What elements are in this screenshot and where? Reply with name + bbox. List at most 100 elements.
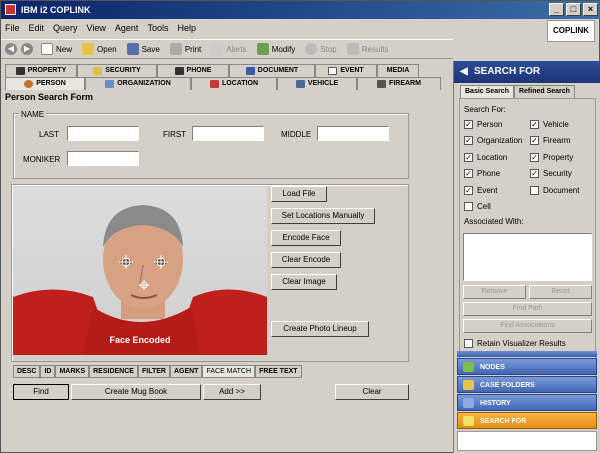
checkbox-cell[interactable]: Cell <box>464 202 491 211</box>
checkbox-document-label: Document <box>543 186 580 195</box>
back-arrow-icon[interactable]: ◀ <box>5 43 17 55</box>
tab-organization[interactable]: ORGANIZATION <box>85 77 191 90</box>
search-for-header[interactable]: ◀ SEARCH FOR <box>454 61 600 83</box>
app-icon <box>5 4 16 15</box>
checkbox-person[interactable]: ✓ Person <box>464 120 502 129</box>
tab-marks[interactable]: MARKS <box>55 365 90 378</box>
checkbox-event[interactable]: ✓ Event <box>464 186 497 195</box>
tab-id[interactable]: ID <box>40 365 56 378</box>
tab-free-text[interactable]: FREE TEXT <box>255 365 302 378</box>
panel-splitter[interactable] <box>457 351 597 357</box>
new-button[interactable]: New <box>41 43 72 55</box>
last-name-input[interactable] <box>67 126 139 141</box>
save-button[interactable]: Save <box>126 43 160 55</box>
find-path-button[interactable]: Find Path <box>463 302 592 316</box>
menu-view[interactable]: View <box>87 23 106 33</box>
checkbox-organization[interactable]: ✓ Organization <box>464 136 522 145</box>
menu-tools[interactable]: Tools <box>147 23 168 33</box>
encode-face-button[interactable]: Encode Face <box>271 230 341 246</box>
tab-desc[interactable]: DESC <box>13 365 41 378</box>
menu-agent[interactable]: Agent <box>115 23 139 33</box>
modify-icon <box>256 43 269 55</box>
associated-with-list[interactable] <box>463 233 592 281</box>
menu-query[interactable]: Query <box>53 23 78 33</box>
tab-phone[interactable]: PHONE <box>157 64 229 77</box>
print-button[interactable]: Print <box>169 43 201 55</box>
retain-visualizer-label: Retain Visualizer Results <box>477 339 566 348</box>
checkbox-location[interactable]: ✓ Location <box>464 153 507 162</box>
stop-label: Stop <box>320 44 337 54</box>
checkbox-property[interactable]: ✓ Property <box>530 153 573 162</box>
search-for-section[interactable]: SEARCH FOR <box>457 412 597 429</box>
tab-location[interactable]: LOCATION <box>191 77 277 90</box>
location-icon <box>209 80 219 88</box>
load-file-button[interactable]: Load File <box>271 186 327 202</box>
printer-icon <box>169 43 182 55</box>
retain-visualizer-checkbox[interactable]: Retain Visualizer Results <box>464 339 566 348</box>
checkbox-event-box: ✓ <box>464 186 473 195</box>
tab-person[interactable]: PERSON <box>5 77 85 90</box>
tab-property[interactable]: PROPERTY <box>5 64 77 77</box>
create-photo-lineup-button[interactable]: Create Photo Lineup <box>271 321 369 337</box>
menu-edit[interactable]: Edit <box>29 23 45 33</box>
checkbox-firearm[interactable]: ✓ Firearm <box>530 136 571 145</box>
checkbox-organization-box: ✓ <box>464 136 473 145</box>
menu-help[interactable]: Help <box>177 23 196 33</box>
menu-file[interactable]: File <box>5 23 20 33</box>
modify-button[interactable]: Modify <box>256 43 295 55</box>
vehicle-icon <box>295 80 305 88</box>
checkbox-security-box: ✓ <box>530 169 539 178</box>
phone-icon <box>174 67 184 75</box>
face-photo[interactable]: Face Encoded <box>13 187 267 355</box>
remove-button[interactable]: Remove <box>463 285 526 299</box>
reset-button[interactable]: Reset <box>529 285 592 299</box>
alert-icon <box>211 43 224 55</box>
add-button[interactable]: Add >> <box>203 384 261 400</box>
tab-media[interactable]: MEDIA <box>377 64 419 77</box>
forward-arrow-icon[interactable]: ▶ <box>21 43 33 55</box>
tab-refined-search[interactable]: Refined Search <box>513 85 575 98</box>
moniker-input[interactable] <box>67 151 139 166</box>
middle-name-input[interactable] <box>317 126 389 141</box>
set-locations-manually-button[interactable]: Set Locations Manually <box>271 208 375 224</box>
tab-document[interactable]: DOCUMENT <box>229 64 315 77</box>
alerts-button[interactable]: Alerts <box>211 43 247 55</box>
tab-agent[interactable]: AGENT <box>169 365 203 378</box>
history-icon <box>463 398 474 408</box>
case-folders-label: CASE FOLDERS <box>480 382 535 389</box>
tab-face-match[interactable]: FACE MATCH <box>202 365 256 378</box>
search-for-title: SEARCH FOR <box>474 66 541 77</box>
find-button[interactable]: Find <box>13 384 69 400</box>
face-image <box>13 205 267 355</box>
tab-residence[interactable]: RESIDENCE <box>89 365 138 378</box>
checkbox-phone[interactable]: ✓ Phone <box>464 169 500 178</box>
case-folders-section[interactable]: CASE FOLDERS <box>457 376 597 393</box>
tab-media-label: MEDIA <box>386 67 410 74</box>
security-icon <box>93 67 103 75</box>
app-window: IBM i2 COPLINK _ □ × File Edit Query Vie… <box>0 0 600 453</box>
tab-event[interactable]: EVENT <box>315 64 377 77</box>
tab-filter[interactable]: FILTER <box>137 365 170 378</box>
results-button[interactable]: Results <box>346 43 388 55</box>
history-section[interactable]: HISTORY <box>457 394 597 411</box>
collapse-arrow-icon[interactable]: ◀ <box>460 61 468 83</box>
open-button[interactable]: Open <box>82 43 117 55</box>
minimize-button[interactable]: _ <box>549 3 564 16</box>
nodes-section[interactable]: NODES <box>457 358 597 375</box>
checkbox-security[interactable]: ✓ Security <box>530 169 572 178</box>
clear-button[interactable]: Clear <box>335 384 409 400</box>
checkbox-vehicle[interactable]: ✓ Vehicle <box>530 120 569 129</box>
find-associations-button[interactable]: Find Associations <box>463 319 592 333</box>
create-mug-book-button[interactable]: Create Mug Book <box>71 384 201 400</box>
clear-image-button[interactable]: Clear Image <box>271 274 337 290</box>
tab-vehicle[interactable]: VEHICLE <box>277 77 357 90</box>
maximize-button[interactable]: □ <box>566 3 581 16</box>
close-button[interactable]: × <box>583 3 598 16</box>
tab-security[interactable]: SECURITY <box>77 64 157 77</box>
tab-firearm[interactable]: FIREARM <box>357 77 441 90</box>
tab-basic-search[interactable]: Basic Search <box>460 85 514 98</box>
stop-button[interactable]: Stop <box>305 43 337 55</box>
checkbox-document[interactable]: Document <box>530 186 579 195</box>
clear-encode-button[interactable]: Clear Encode <box>271 252 341 268</box>
first-name-input[interactable] <box>192 126 264 141</box>
